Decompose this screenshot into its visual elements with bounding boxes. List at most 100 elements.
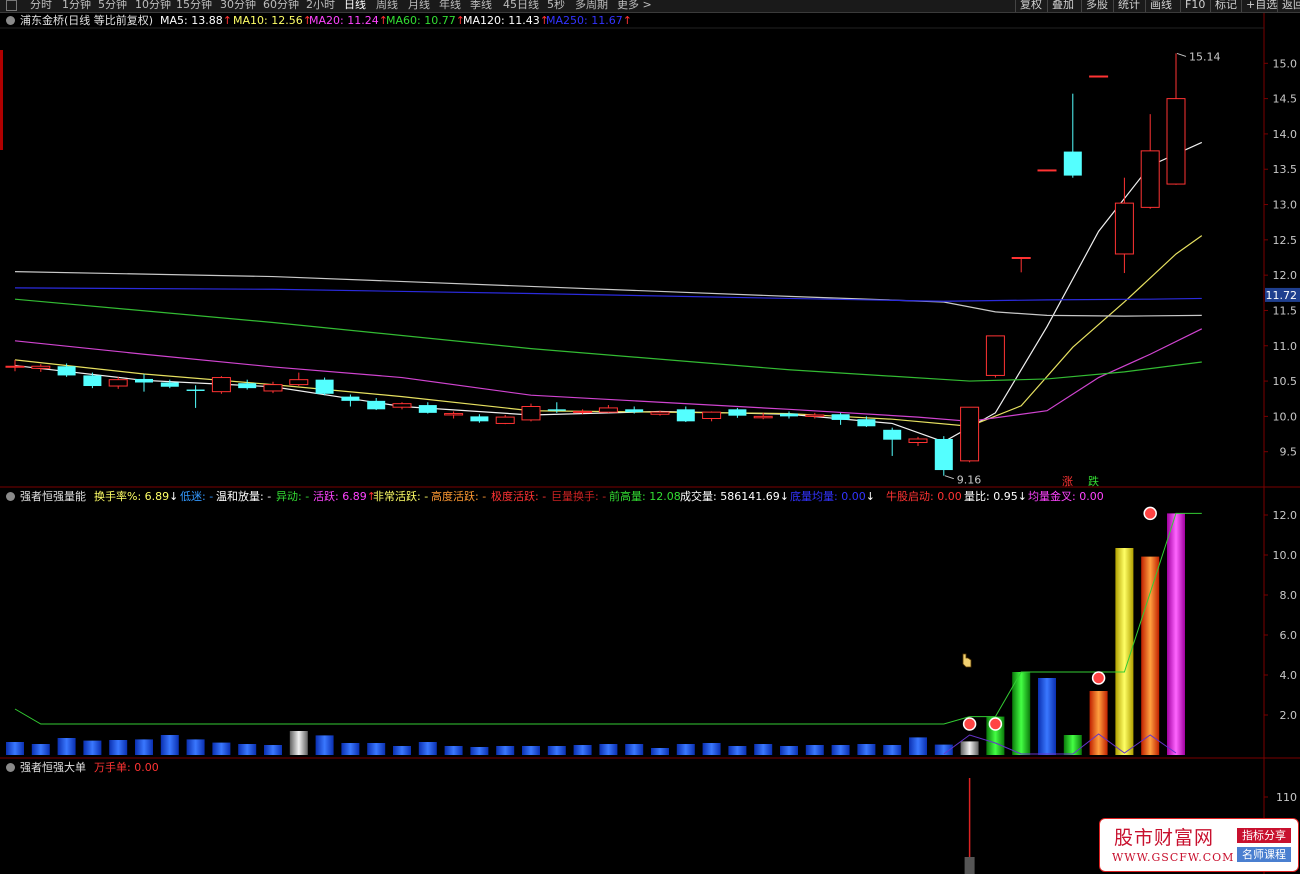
candle-body-up <box>753 415 773 419</box>
volume-bar-blue <box>754 744 773 755</box>
candle-body-up <box>444 413 464 416</box>
candle-body-down <box>135 378 153 383</box>
volume-bar-blue <box>135 739 153 755</box>
volume-bar-blue <box>651 748 669 755</box>
volume-bar-blue <box>83 740 102 755</box>
watermark-title: 股市财富网 <box>1114 827 1215 849</box>
candle-body-up <box>263 384 283 392</box>
volume-bar-blue <box>367 743 386 755</box>
candle-body-up <box>392 403 412 408</box>
candle-body-down <box>1063 151 1082 176</box>
big-order-bar <box>964 857 975 874</box>
candle-body-down <box>83 375 102 387</box>
big-order-tick-label: 110 <box>1276 791 1297 804</box>
volume-bar-green <box>1063 735 1082 755</box>
volume-tick-label: 6.0 <box>1280 629 1298 642</box>
volume-bar-blue <box>573 745 592 755</box>
volume-bar-green <box>1012 672 1031 755</box>
signal-marker-icon <box>1091 671 1106 685</box>
candle-body-down <box>238 383 257 389</box>
volume-tick-label: 2.0 <box>1280 709 1298 722</box>
candle-body-down <box>780 413 798 417</box>
mean-volume-line <box>943 733 1177 755</box>
volume-tick-label: 4.0 <box>1280 669 1298 682</box>
volume-bar-blue <box>780 746 798 755</box>
volume-tick-label: 8.0 <box>1280 589 1298 602</box>
candle-body-up <box>211 377 231 393</box>
price-tick-label: 13.0 <box>1273 199 1298 212</box>
ma-line-ma120 <box>14 271 1202 317</box>
volume-bar-blue <box>470 747 489 755</box>
volume-bar-blue <box>857 744 876 755</box>
ma-line-ma10 <box>14 235 1203 427</box>
signal-marker-icon <box>988 717 1003 731</box>
volume-bar-blue <box>341 743 360 755</box>
volume-bar-blue <box>909 737 927 755</box>
volume-bar-blue <box>496 746 515 755</box>
volume-bar-blue <box>6 742 24 755</box>
volume-bar-blue <box>702 743 721 755</box>
volume-bar-blue <box>599 744 618 755</box>
mouse-cursor-icon <box>962 653 972 668</box>
candle-body-up <box>495 416 515 424</box>
price-tick-label: 11.5 <box>1273 304 1298 317</box>
candle-body-up <box>908 438 928 444</box>
price-tick-label: 13.5 <box>1273 163 1298 176</box>
candle-body-up <box>5 365 25 368</box>
candle-body-down <box>831 414 850 420</box>
candle-body-up <box>573 410 593 413</box>
candle-body-up <box>1037 169 1057 172</box>
candle-body-down <box>625 409 644 413</box>
watermark-url: WWW.GSCFW.COM <box>1112 851 1235 864</box>
volume-bar-magenta <box>1167 617 1185 755</box>
high-pointer <box>1176 52 1187 57</box>
rise-label: 涨 <box>1062 475 1073 488</box>
candle-body-down <box>857 419 876 427</box>
price-tick-label: 14.5 <box>1273 93 1298 106</box>
volume-bar-blue <box>57 738 76 755</box>
price-tick-label: 14.0 <box>1273 128 1298 141</box>
low-pointer <box>944 475 954 480</box>
volume-bar-blue <box>625 744 644 755</box>
volume-bar-blue <box>444 746 463 755</box>
price-tick-label: 10.0 <box>1273 410 1298 423</box>
candle-body-up <box>108 379 128 387</box>
candle-body-up <box>985 335 1005 376</box>
candle-body-down <box>57 366 76 376</box>
volume-bar-blue <box>109 740 128 755</box>
fall-label: 跌 <box>1088 474 1099 488</box>
volume-bar-blue <box>522 746 540 755</box>
watermark-tag-indicator-share: 指标分享 <box>1237 828 1291 843</box>
volume-bar-blue <box>1038 678 1056 755</box>
volume-bar-blue <box>160 735 179 755</box>
candle-body-up <box>1114 202 1134 255</box>
price-tick-label: 10.5 <box>1273 375 1298 388</box>
candle-body-up <box>598 407 618 413</box>
volume-bar-blue <box>186 739 205 755</box>
kline-chart-area[interactable]: 9.5 10.0 10.5 11.0 11.5 12.0 12.5 13.0 13.5 14.0 1… <box>0 0 1300 874</box>
candle-body-down <box>418 405 437 413</box>
volume-bar-orange <box>1089 691 1108 755</box>
low-price-label: 9.16 <box>957 474 982 487</box>
candle-body-up <box>960 406 980 462</box>
candle-body-down <box>547 409 566 411</box>
volume-bar-blue <box>238 744 257 755</box>
candle-body-up <box>1140 150 1160 208</box>
candle-body-up <box>521 405 541 421</box>
price-tick-label: 12.5 <box>1273 234 1298 247</box>
candle-body-down <box>315 379 334 394</box>
candle-body-down <box>883 429 902 440</box>
candle-body-up <box>31 365 51 369</box>
volume-bar-blue <box>418 742 437 755</box>
volume-bar-blue <box>831 745 850 755</box>
candle-body-down <box>470 416 489 422</box>
candle-body-up <box>1166 98 1186 185</box>
candle-body-up <box>805 414 825 417</box>
signal-marker-icon <box>962 717 977 731</box>
volume-bar-blue <box>676 744 695 755</box>
candle-body-up <box>1089 75 1109 78</box>
volume-bar-orange <box>1141 556 1160 755</box>
volume-tick-label: 10.0 <box>1273 549 1298 562</box>
candle-body-down <box>341 396 360 401</box>
volume-bar-blue <box>212 742 231 755</box>
